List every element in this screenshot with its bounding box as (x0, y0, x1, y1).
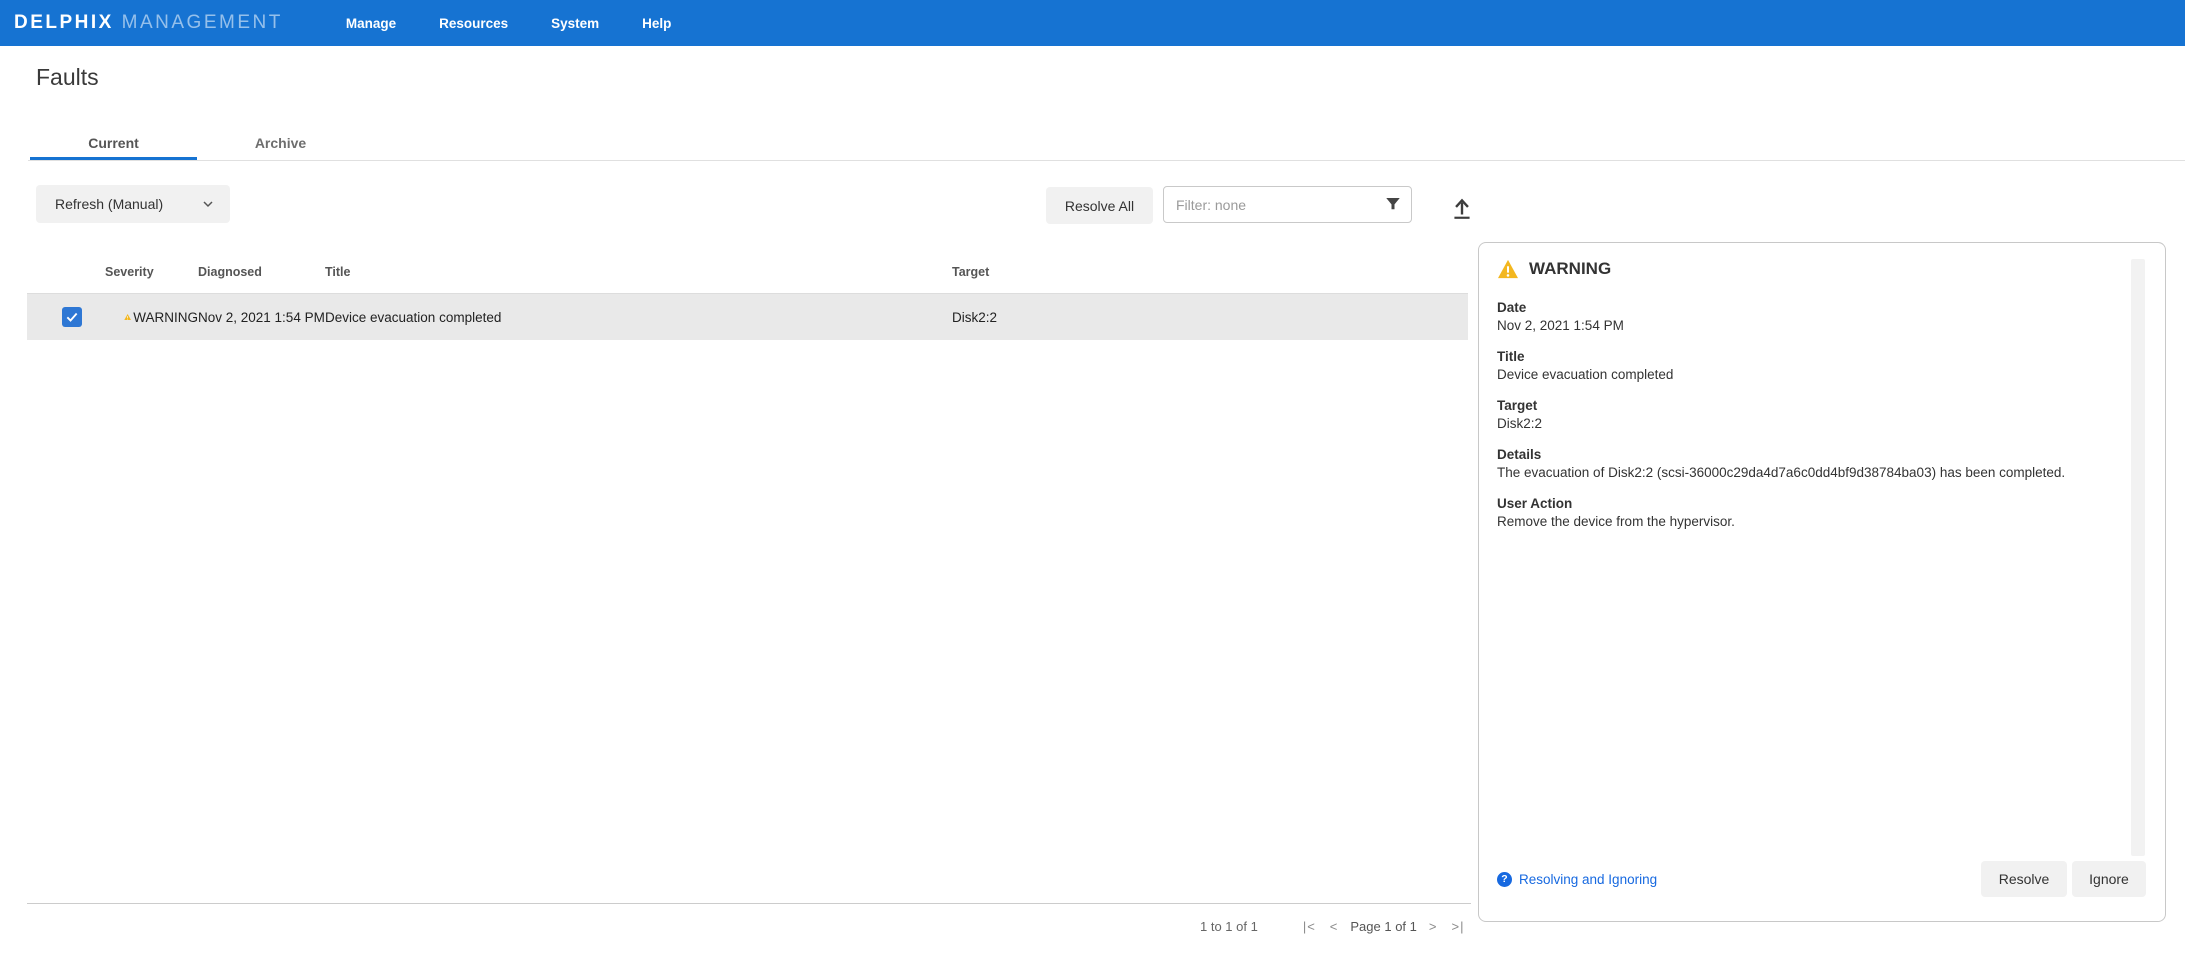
row-diagnosed-value: Nov 2, 2021 1:54 PM (198, 310, 325, 325)
header-cell-diagnosed: Diagnosed (198, 265, 325, 279)
filter-input[interactable] (1163, 186, 1412, 223)
tab-current[interactable]: Current (30, 126, 197, 160)
header-cell-target: Target (952, 265, 1468, 279)
prev-page-icon[interactable]: < (1323, 919, 1346, 934)
export-button[interactable] (1446, 192, 1478, 224)
panel-scrollbar[interactable] (2131, 259, 2145, 856)
resolve-button[interactable]: Resolve (1981, 861, 2067, 897)
top-navbar: DELPHIX MANAGEMENT Manage Resources Syst… (0, 0, 2185, 46)
panel-field-date: Date Nov 2, 2021 1:54 PM (1497, 299, 2147, 335)
row-target-value: Disk2:2 (952, 310, 1468, 325)
fault-detail-panel: WARNING Date Nov 2, 2021 1:54 PM Title D… (1478, 242, 2166, 922)
help-link-label: Resolving and Ignoring (1519, 872, 1657, 887)
row-title-value: Device evacuation completed (325, 310, 952, 325)
panel-field-user-action: User Action Remove the device from the h… (1497, 495, 2147, 531)
field-label: Details (1497, 446, 2147, 464)
field-value: Device evacuation completed (1497, 366, 2147, 384)
check-icon (65, 310, 79, 324)
panel-action-buttons: Resolve Ignore (1981, 861, 2146, 897)
resolving-and-ignoring-link[interactable]: ? Resolving and Ignoring (1497, 872, 1657, 887)
tab-bar: Current Archive (30, 126, 364, 160)
header-cell-severity: Severity (105, 265, 198, 279)
row-severity-cell: WARNING (105, 310, 198, 325)
field-label: Date (1497, 299, 2147, 317)
row-checkbox-cell (27, 307, 105, 327)
field-value: Disk2:2 (1497, 415, 2147, 433)
table-bottom-divider (27, 903, 1471, 904)
table-row[interactable]: WARNING Nov 2, 2021 1:54 PM Device evacu… (27, 293, 1468, 340)
resolve-all-button[interactable]: Resolve All (1046, 187, 1153, 224)
filter-funnel-icon[interactable] (1384, 195, 1402, 213)
ignore-button[interactable]: Ignore (2072, 861, 2146, 897)
tab-archive[interactable]: Archive (197, 126, 364, 160)
panel-footer: ? Resolving and Ignoring Resolve Ignore (1497, 861, 2146, 897)
first-page-icon[interactable]: |< (1296, 919, 1323, 934)
chevron-down-icon (200, 196, 216, 212)
field-label: Title (1497, 348, 2147, 366)
next-page-icon[interactable]: > (1422, 919, 1445, 934)
row-severity-value: WARNING (133, 310, 198, 325)
table-header-row: Severity Diagnosed Title Target (27, 250, 1468, 293)
field-label: User Action (1497, 495, 2147, 513)
field-label: Target (1497, 397, 2147, 415)
pagination-bar: 1 to 1 of 1 |< < Page 1 of 1 > >| (1200, 919, 1471, 934)
panel-field-title: Title Device evacuation completed (1497, 348, 2147, 384)
faults-table: Severity Diagnosed Title Target WARNING … (27, 250, 1468, 340)
panel-field-details: Details The evacuation of Disk2:2 (scsi-… (1497, 446, 2147, 482)
nav-item-resources[interactable]: Resources (431, 10, 516, 37)
row-checkbox[interactable] (62, 307, 82, 327)
panel-header: WARNING (1497, 259, 2147, 279)
logo-secondary: MANAGEMENT (122, 12, 283, 33)
tab-divider (28, 160, 2185, 161)
export-arrow-icon (1449, 195, 1475, 221)
field-value: Remove the device from the hypervisor. (1497, 513, 2147, 531)
warning-icon (124, 310, 131, 324)
pagination-page-label: Page 1 of 1 (1350, 919, 1417, 934)
refresh-dropdown[interactable]: Refresh (Manual) (36, 185, 230, 223)
main-nav: Manage Resources System Help (338, 10, 680, 37)
refresh-dropdown-label: Refresh (Manual) (55, 196, 163, 212)
header-cell-title: Title (325, 265, 952, 279)
nav-item-system[interactable]: System (543, 10, 607, 37)
help-icon: ? (1497, 872, 1512, 887)
panel-field-target: Target Disk2:2 (1497, 397, 2147, 433)
logo-primary: DELPHIX (14, 12, 114, 33)
panel-severity-label: WARNING (1529, 259, 1611, 279)
warning-icon (1497, 259, 1519, 279)
page-title: Faults (36, 64, 99, 91)
nav-item-help[interactable]: Help (634, 10, 679, 37)
field-value: The evacuation of Disk2:2 (scsi-36000c29… (1497, 464, 2147, 482)
pagination-range: 1 to 1 of 1 (1200, 919, 1258, 934)
last-page-icon[interactable]: >| (1444, 919, 1471, 934)
nav-item-manage[interactable]: Manage (338, 10, 404, 37)
field-value: Nov 2, 2021 1:54 PM (1497, 317, 2147, 335)
filter-field-wrap (1163, 186, 1412, 223)
delphix-logo[interactable]: DELPHIX MANAGEMENT (14, 12, 283, 34)
